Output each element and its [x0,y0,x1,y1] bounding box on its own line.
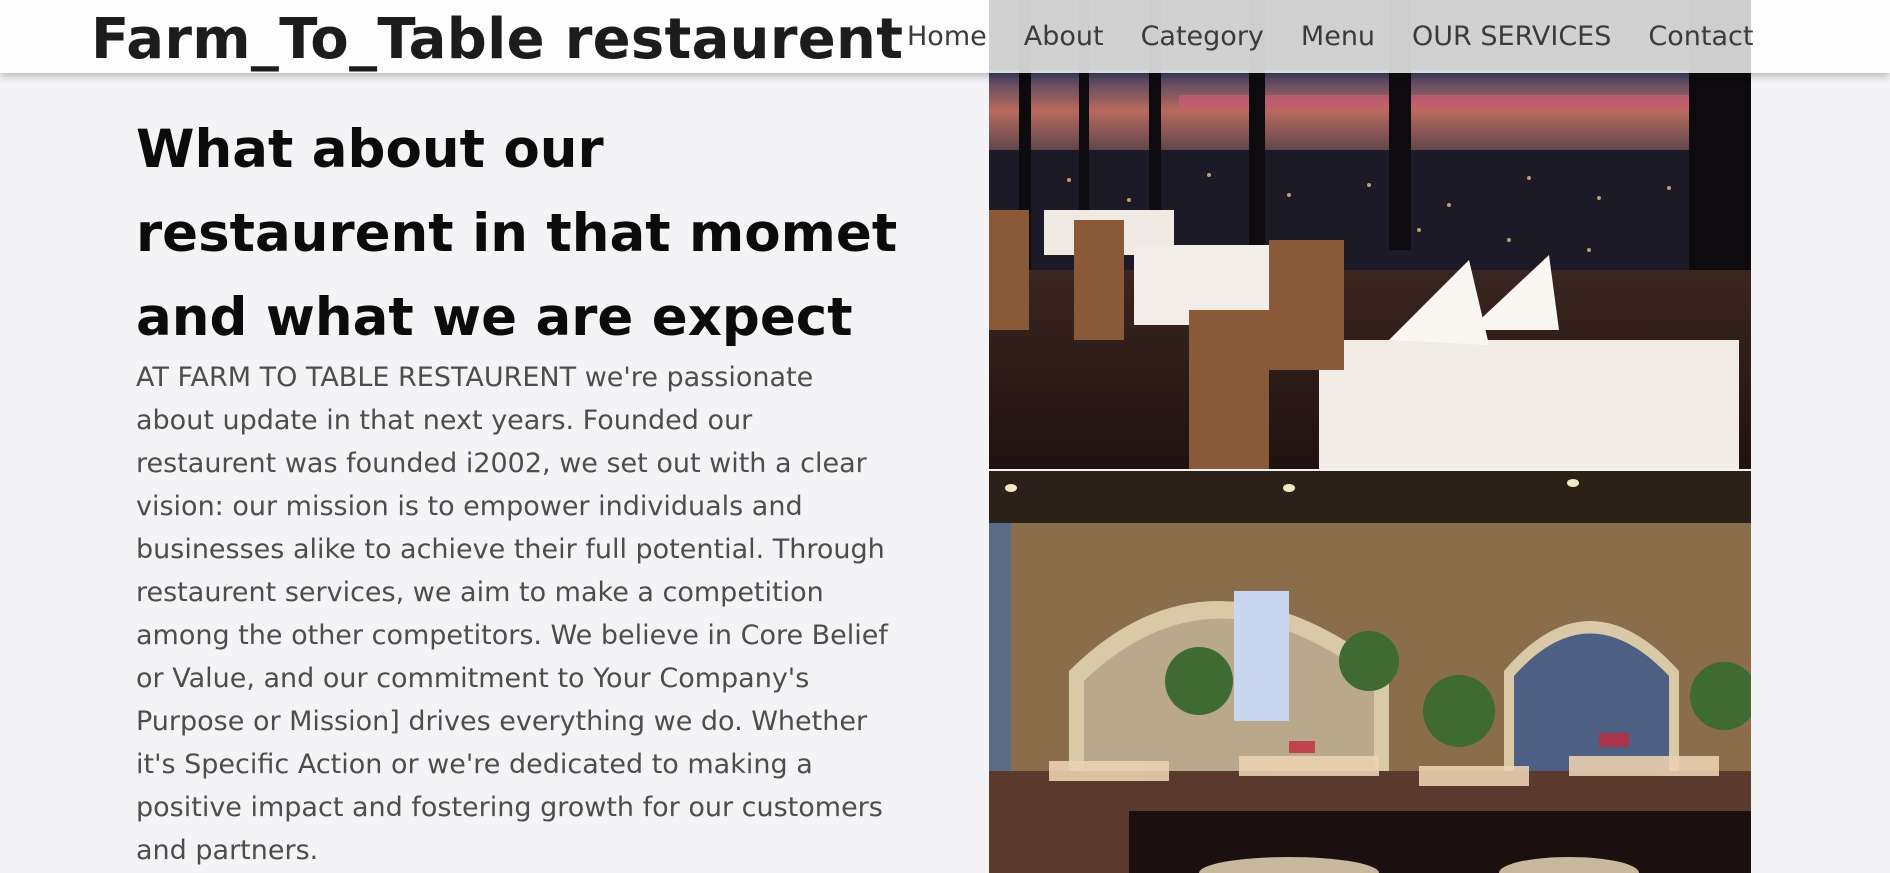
nav-link-category[interactable]: Category [1141,21,1264,52]
main-nav: Home About Category Menu OUR SERVICES Co… [907,0,1753,73]
site-title[interactable]: Farm_To_Table restaurent [91,6,903,74]
nav-link-our-services[interactable]: OUR SERVICES [1412,21,1611,52]
site-header: Farm_To_Table restaurent Home About Cate… [0,0,1890,73]
nav-link-contact[interactable]: Contact [1648,21,1753,52]
about-heading: What about our restaurent in that momet … [136,119,898,348]
nav-link-menu[interactable]: Menu [1301,21,1375,52]
nav-link-about[interactable]: About [1024,21,1104,52]
restaurant-arched-hall-image [989,471,1751,873]
nav-link-home[interactable]: Home [907,21,987,52]
about-paragraph: AT FARM TO TABLE RESTAURENT we're passio… [136,362,888,866]
